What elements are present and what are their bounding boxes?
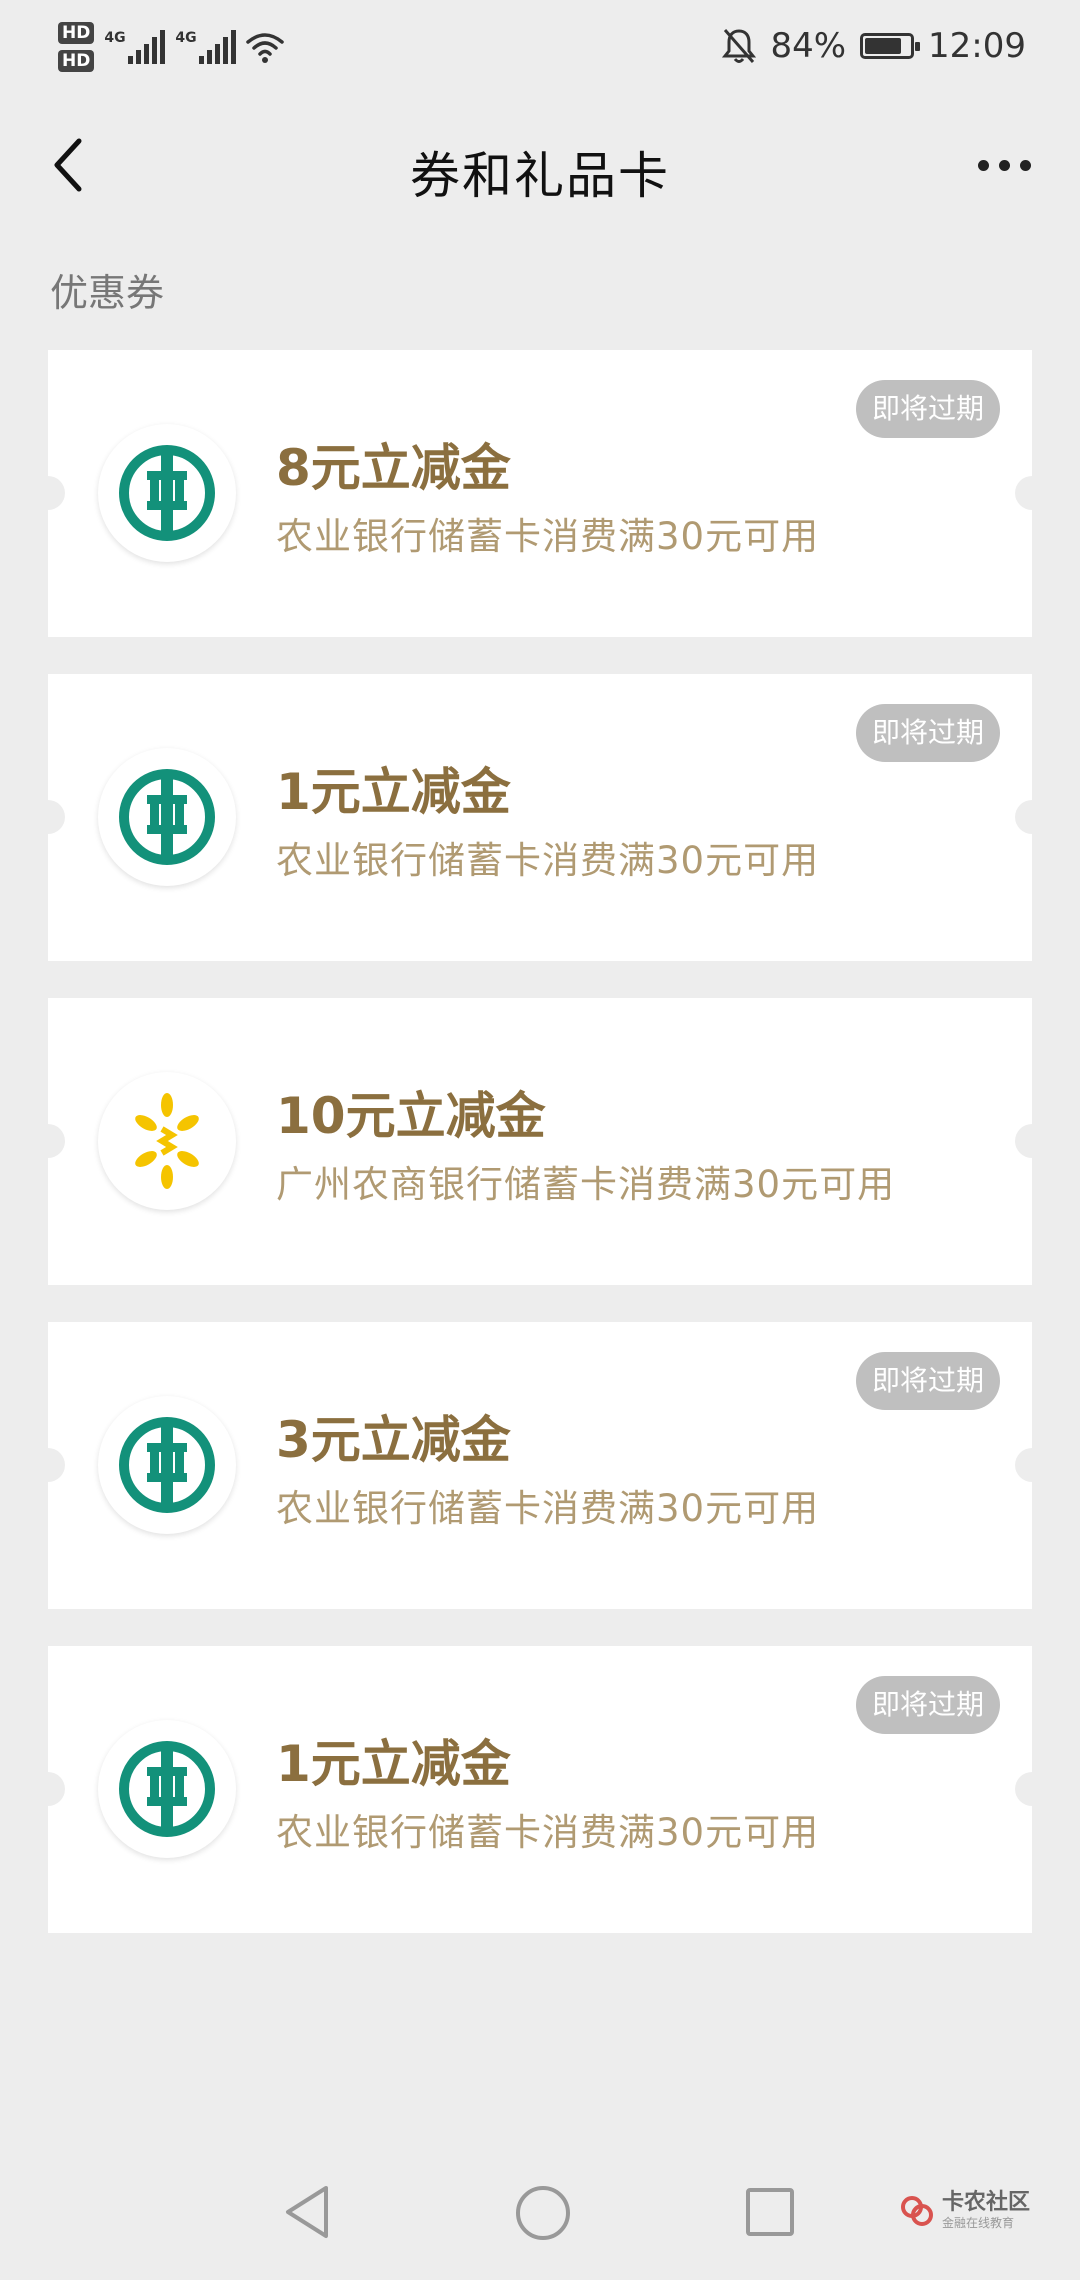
battery-icon (860, 33, 921, 59)
battery-percent: 84% (770, 26, 847, 66)
clock-time: 12:09 (928, 26, 1026, 66)
notch-left (31, 1772, 65, 1806)
expiring-badge: 即将过期 (855, 704, 1000, 762)
mute-bell-icon (722, 29, 757, 63)
expiring-badge: 即将过期 (855, 1676, 1000, 1734)
watermark-sub-text: 金融在线教育 (942, 2216, 1015, 2230)
notch-right (1015, 1772, 1049, 1806)
notch-right (1015, 1448, 1049, 1482)
watermark: 卡农社区 金融在线教育 (900, 2190, 1030, 2230)
page-title: 券和礼品卡 (410, 147, 670, 205)
expiring-badge: 即将过期 (855, 380, 1000, 438)
coupon-title: 3元立减金 (276, 1411, 511, 1469)
battery-level (865, 38, 902, 54)
network-type-label-2: 4G (175, 30, 197, 46)
notch-left (31, 476, 65, 510)
abc-bank-logo (98, 424, 236, 562)
coupon-desc: 农业银行储蓄卡消费满30元可用 (276, 1487, 820, 1530)
hd2-badge: HD (58, 50, 95, 72)
signal-icon: 4G (104, 30, 166, 64)
section-title: 优惠券 (50, 271, 165, 315)
coupon-card[interactable]: 10元立减金 广州农商银行储蓄卡消费满30元可用 (31, 998, 1049, 1285)
nav-back-icon[interactable] (282, 2184, 332, 2240)
status-right: 84% 12:09 (722, 22, 1026, 70)
coupon-desc: 农业银行储蓄卡消费满30元可用 (276, 515, 820, 558)
watermark-main-text: 卡农社区 (942, 2190, 1031, 2215)
system-nav-bar: 卡农社区 金融在线教育 (0, 2170, 1080, 2260)
watermark-logo-icon (901, 2196, 933, 2226)
wifi-icon (246, 33, 285, 63)
abc-bank-logo (98, 1720, 236, 1858)
notch-right (1015, 800, 1049, 834)
coupon-title: 1元立减金 (276, 763, 511, 821)
network-type-label: 4G (104, 30, 126, 46)
notch-left (31, 1124, 65, 1158)
nav-recent-icon[interactable] (746, 2188, 794, 2236)
nav-home-icon[interactable] (516, 2186, 570, 2240)
notch-right (1015, 476, 1049, 510)
coupon-title: 8元立减金 (276, 439, 511, 497)
grcb-logo (98, 1072, 236, 1210)
coupon-desc: 广州农商银行储蓄卡消费满30元可用 (276, 1163, 896, 1206)
abc-bank-logo (98, 748, 236, 886)
status-left: HD HD 4G 4G (58, 12, 285, 82)
expiring-badge: 即将过期 (855, 1352, 1000, 1410)
notch-left (31, 1448, 65, 1482)
status-bar: HD HD 4G 4G 84% 12:09 (0, 0, 1080, 90)
hd-indicators: HD HD (58, 22, 95, 72)
coupon-card[interactable]: 1元立减金 农业银行储蓄卡消费满30元可用 即将过期 (31, 1646, 1049, 1933)
more-dots-icon[interactable] (968, 140, 1040, 190)
coupon-desc: 农业银行储蓄卡消费满30元可用 (276, 839, 820, 882)
signal-icon-2: 4G (175, 30, 237, 64)
coupon-card[interactable]: 8元立减金 农业银行储蓄卡消费满30元可用 即将过期 (31, 350, 1049, 637)
coupon-card[interactable]: 1元立减金 农业银行储蓄卡消费满30元可用 即将过期 (31, 674, 1049, 961)
notch-right (1015, 1124, 1049, 1158)
notch-left (31, 800, 65, 834)
coupon-card[interactable]: 3元立减金 农业银行储蓄卡消费满30元可用 即将过期 (31, 1322, 1049, 1609)
coupon-title: 10元立减金 (276, 1087, 546, 1145)
nav-bar: 券和礼品卡 (0, 100, 1080, 230)
coupon-title: 1元立减金 (276, 1735, 511, 1793)
abc-bank-logo (98, 1396, 236, 1534)
coupon-desc: 农业银行储蓄卡消费满30元可用 (276, 1811, 820, 1854)
hd1-badge: HD (58, 22, 95, 44)
